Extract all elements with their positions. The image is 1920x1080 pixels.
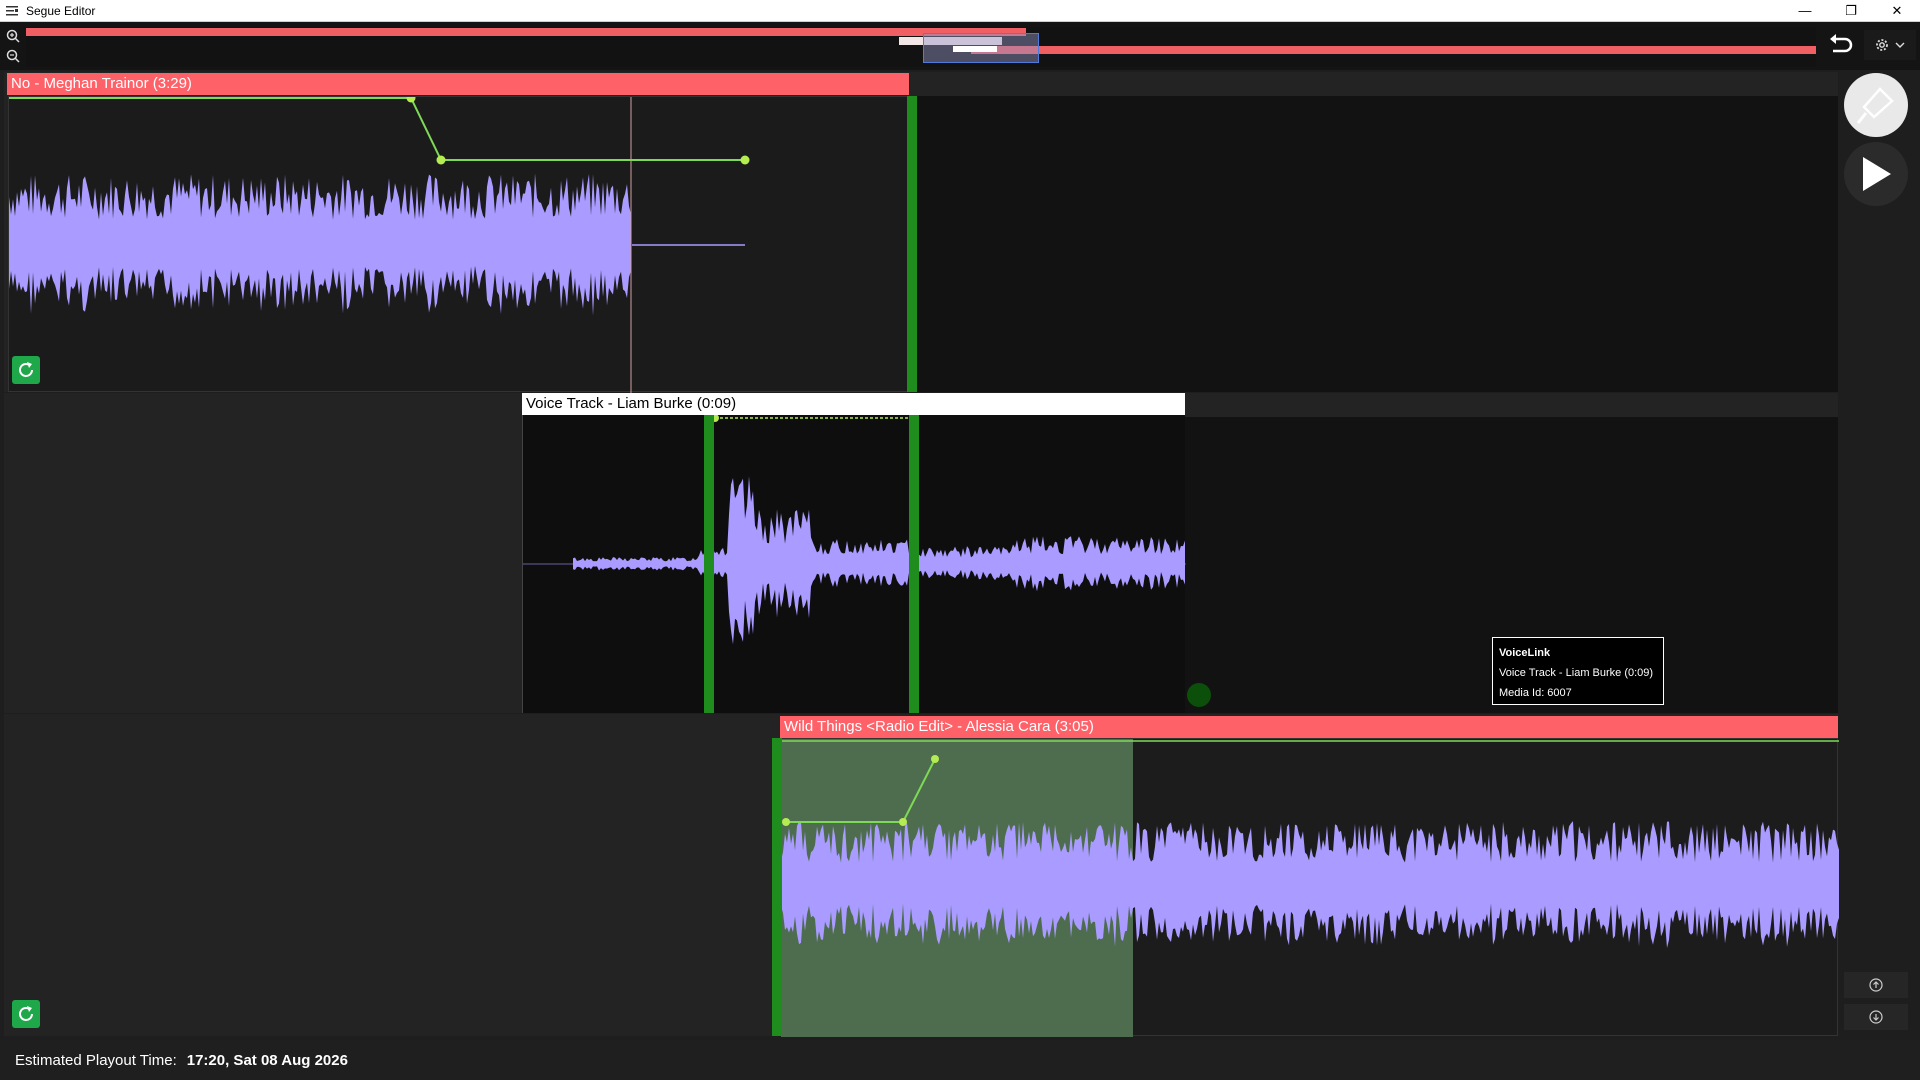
track-lane-1: No - Meghan Trainor (3:29) xyxy=(4,72,1838,393)
scroll-down-button[interactable] xyxy=(1844,1004,1908,1030)
scroll-up-button[interactable] xyxy=(1844,972,1908,998)
track-3-waveform-svg xyxy=(781,739,1839,1037)
track-2-waveform[interactable] xyxy=(522,415,1186,713)
gear-icon xyxy=(1876,39,1888,51)
voicelink-indicator[interactable] xyxy=(1187,683,1211,707)
track-1-refresh-button[interactable] xyxy=(12,356,40,384)
status-bar: Estimated Playout Time: 17:20, Sat 08 Au… xyxy=(0,1040,1920,1080)
close-button[interactable]: ✕ xyxy=(1874,0,1920,22)
playout-time-value: 17:20, Sat 08 Aug 2026 xyxy=(186,1051,348,1069)
track-2-start-marker[interactable] xyxy=(704,415,714,713)
minimize-button[interactable]: — xyxy=(1782,0,1828,22)
zoom-out-icon[interactable] xyxy=(4,47,22,65)
overview-track-1-bar xyxy=(26,28,1026,36)
track-2-end-marker[interactable] xyxy=(909,415,919,713)
microphone-icon xyxy=(1856,87,1894,124)
track-1-waveform[interactable] xyxy=(8,96,914,393)
track-1-header[interactable]: No - Meghan Trainor (3:29) xyxy=(7,73,909,95)
restore-button[interactable]: ❐ xyxy=(1828,0,1874,22)
track-lane-3: Wild Things <Radio Edit> - Alessia Cara … xyxy=(4,714,1839,1037)
tooltip-line-1: Voice Track - Liam Burke (0:09) xyxy=(1499,667,1654,679)
track-1-segue-marker[interactable] xyxy=(907,96,917,392)
track-3-waveform[interactable] xyxy=(780,738,1839,1037)
viewport-grip[interactable] xyxy=(953,46,997,52)
playout-time-label: Estimated Playout Time: xyxy=(15,1051,177,1069)
undo-icon[interactable] xyxy=(1824,27,1858,63)
app-menu-icon[interactable] xyxy=(4,3,20,19)
title-bar: Segue Editor — ❐ ✕ xyxy=(0,0,1920,22)
window-title: Segue Editor xyxy=(26,3,96,18)
track-3-refresh-button[interactable] xyxy=(12,1000,40,1028)
track-1-waveform-svg xyxy=(9,97,750,393)
overview-strip xyxy=(0,22,1920,70)
overview-viewport-handle[interactable] xyxy=(923,33,1039,63)
settings-dropdown[interactable] xyxy=(1864,30,1916,60)
tooltip-title: VoiceLink xyxy=(1499,647,1551,659)
right-sidebar xyxy=(1840,70,1920,1040)
arrow-down-icon xyxy=(1869,1010,1883,1024)
play-icon xyxy=(1863,157,1891,191)
overview-timeline[interactable] xyxy=(26,27,1816,67)
tooltip-line-2: Media Id: 6007 xyxy=(1499,687,1572,699)
track-2-header[interactable]: Voice Track - Liam Burke (0:09) xyxy=(522,393,1185,415)
track-3-header[interactable]: Wild Things <Radio Edit> - Alessia Cara … xyxy=(780,716,1838,738)
voicelink-tooltip: VoiceLink Voice Track - Liam Burke (0:09… xyxy=(1492,637,1664,705)
play-button[interactable] xyxy=(1844,142,1908,206)
track-2-waveform-svg xyxy=(523,415,1186,645)
arrow-up-icon xyxy=(1869,978,1883,992)
chevron-down-icon xyxy=(1895,42,1905,48)
refresh-icon xyxy=(19,1006,33,1021)
refresh-icon xyxy=(19,362,33,377)
track-3-start-marker[interactable] xyxy=(772,738,782,1036)
microphone-button[interactable] xyxy=(1844,73,1908,137)
overview-track-3-bar xyxy=(971,46,1816,54)
zoom-in-icon[interactable] xyxy=(4,27,22,45)
